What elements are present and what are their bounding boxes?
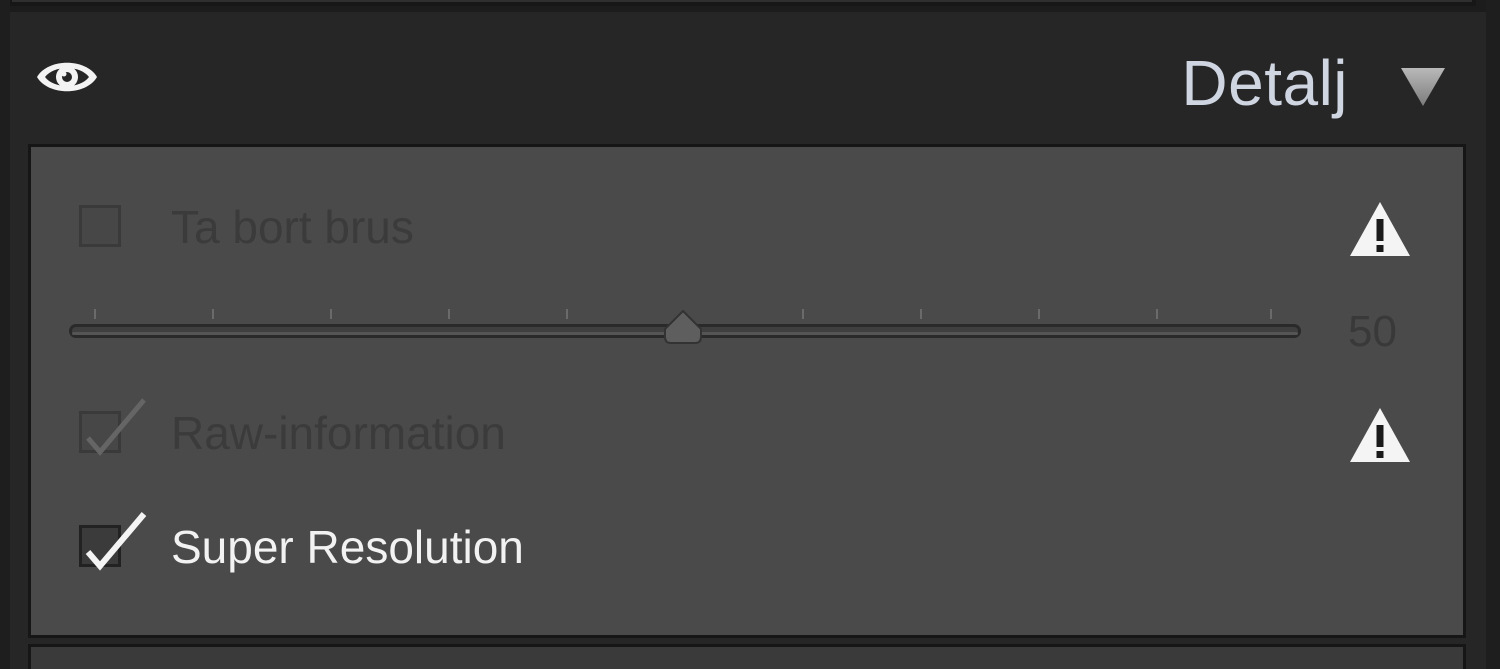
panel-header[interactable]: Detalj — [10, 12, 1486, 142]
warning-icon[interactable] — [1347, 405, 1413, 465]
raw-details-label: Raw-information — [171, 407, 506, 459]
noise-reduction-label: Ta bort brus — [171, 201, 414, 253]
warning-icon[interactable] — [1347, 199, 1413, 259]
triangle-down-icon[interactable] — [1398, 64, 1448, 108]
previous-panel-edge — [0, 0, 1500, 12]
raw-details-row: Raw-information — [79, 398, 1439, 465]
detail-panel-content: Ta bort brus 50 Raw-information Super Re… — [28, 144, 1466, 638]
panel-title: Detalj — [1181, 47, 1348, 119]
noise-reduction-checkbox[interactable] — [79, 205, 121, 247]
noise-reduction-value[interactable]: 50 — [1348, 307, 1397, 357]
next-panel-edge — [28, 644, 1466, 669]
detail-panel-window: Detalj Ta bort brus 50 Raw-information S… — [0, 0, 1500, 669]
slider-thumb — [664, 309, 702, 344]
super-resolution-label: Super Resolution — [171, 521, 524, 573]
eye-icon[interactable] — [34, 52, 100, 102]
raw-details-checkbox[interactable] — [79, 398, 146, 456]
noise-reduction-slider[interactable] — [67, 297, 1307, 357]
right-border — [1486, 0, 1500, 669]
super-resolution-checkbox[interactable] — [79, 512, 147, 571]
previous-panel-frame — [8, 0, 1476, 6]
super-resolution-row: Super Resolution — [79, 512, 1439, 579]
noise-reduction-row: Ta bort brus — [79, 199, 1439, 259]
left-border — [0, 0, 10, 669]
